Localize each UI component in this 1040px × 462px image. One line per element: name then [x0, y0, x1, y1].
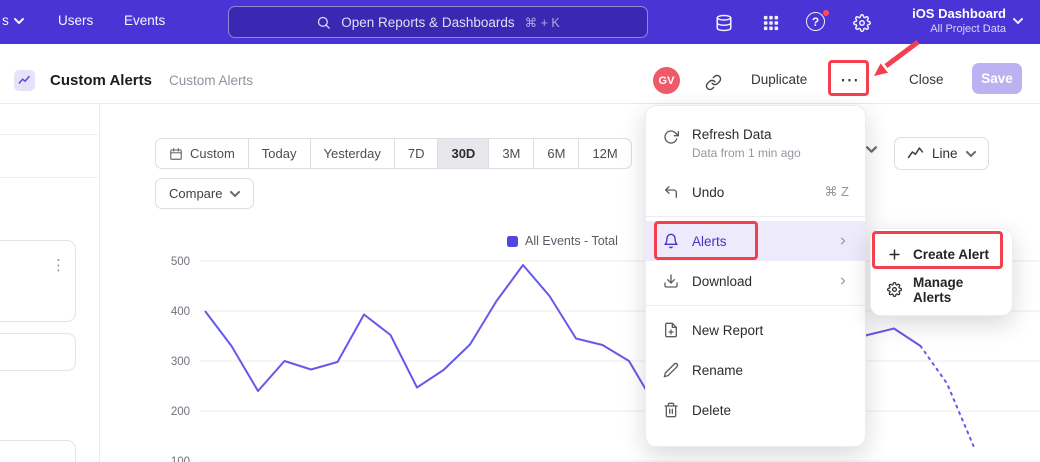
- menu-item-undo[interactable]: Undo ⌘ Z: [646, 172, 865, 212]
- project-scope: All Project Data: [896, 23, 1006, 35]
- chart-type-button[interactable]: Line: [894, 137, 989, 170]
- query-step-card[interactable]: [0, 240, 76, 322]
- query-step-card[interactable]: [0, 333, 76, 371]
- top-navigation: s Users Events Open Reports & Dashboards…: [0, 0, 1040, 44]
- submenu-item-create-alert[interactable]: Create Alert: [871, 237, 1012, 272]
- menu-divider: [646, 305, 865, 306]
- y-tick-label: 100: [171, 456, 190, 462]
- app-window: s Users Events Open Reports & Dashboards…: [0, 0, 1040, 462]
- search-placeholder: Open Reports & Dashboards: [341, 15, 514, 30]
- y-tick-label: 500: [171, 256, 190, 268]
- menu-item-alerts[interactable]: Alerts: [646, 221, 865, 261]
- avatar[interactable]: GV: [653, 67, 680, 94]
- project-name: iOS Dashboard: [896, 6, 1006, 21]
- nav-item-truncated[interactable]: s: [2, 13, 24, 28]
- duplicate-button[interactable]: Duplicate: [751, 72, 807, 87]
- line-chart-icon: [907, 145, 924, 162]
- kebab-menu-icon[interactable]: ⋮: [51, 256, 66, 274]
- chevron-down-icon[interactable]: [866, 146, 877, 153]
- settings-button[interactable]: [851, 12, 873, 34]
- chevron-right-icon: [837, 275, 849, 287]
- submenu-item-label: Manage Alerts: [913, 275, 998, 305]
- bell-icon: [662, 232, 680, 250]
- menu-item-description: Data from 1 min ago: [692, 146, 801, 160]
- database-icon: [715, 14, 733, 32]
- legend-swatch: [507, 236, 518, 247]
- menu-item-label: Delete: [692, 403, 731, 418]
- menu-item-shortcut: ⌘ Z: [824, 184, 849, 200]
- new-report-icon: [662, 321, 680, 339]
- legend-label: All Events - Total: [525, 234, 618, 248]
- copy-link-button[interactable]: [701, 70, 725, 94]
- chevron-down-icon: [14, 18, 24, 24]
- sidebar-divider: [0, 177, 100, 178]
- search-button[interactable]: Open Reports & Dashboards ⌘ + K: [228, 6, 648, 38]
- gear-icon: [853, 14, 871, 32]
- gear-icon: [885, 281, 903, 299]
- refresh-icon: [662, 128, 680, 146]
- menu-item-label: Rename: [692, 363, 743, 378]
- nav-item-users[interactable]: Users: [58, 13, 93, 28]
- breadcrumb[interactable]: Custom Alerts: [169, 73, 253, 88]
- menu-item-label: Download: [692, 274, 752, 289]
- menu-item-label: Refresh Data: [692, 127, 801, 142]
- more-options-menu: Refresh Data Data from 1 min ago Undo ⌘ …: [645, 105, 866, 447]
- y-tick-label: 400: [171, 306, 190, 318]
- chevron-down-icon: [1013, 18, 1023, 24]
- data-management-button[interactable]: [713, 12, 735, 34]
- query-step-card[interactable]: [0, 440, 76, 462]
- search-shortcut: ⌘ + K: [525, 15, 560, 30]
- ellipsis-icon: ⋯: [840, 69, 860, 92]
- trash-icon: [662, 401, 680, 419]
- menu-item-delete[interactable]: Delete: [646, 390, 865, 430]
- menu-divider: [646, 216, 865, 217]
- submenu-item-label: Create Alert: [913, 247, 989, 262]
- sidebar-divider: [0, 134, 100, 135]
- chart-type-label: Line: [932, 146, 958, 161]
- link-icon: [705, 74, 722, 91]
- report-type-icon: [14, 70, 35, 91]
- notification-dot: [822, 9, 830, 17]
- pencil-icon: [662, 361, 680, 379]
- menu-item-label: Alerts: [692, 234, 727, 249]
- help-button[interactable]: ?: [806, 12, 828, 34]
- menu-item-label: Undo: [692, 185, 724, 200]
- chart-legend[interactable]: All Events - Total: [507, 234, 618, 248]
- apps-button[interactable]: [760, 12, 782, 34]
- menu-item-refresh-data[interactable]: Refresh Data Data from 1 min ago: [646, 118, 865, 172]
- grid-icon: [763, 15, 779, 31]
- report-header: [0, 44, 1040, 104]
- alerts-submenu: Create Alert Manage Alerts: [870, 228, 1013, 316]
- plus-icon: [885, 246, 903, 264]
- menu-item-rename[interactable]: Rename: [646, 350, 865, 390]
- page-title: Custom Alerts: [50, 72, 152, 89]
- close-button[interactable]: Close: [909, 72, 944, 87]
- more-options-button[interactable]: ⋯: [836, 66, 864, 94]
- mini-chart-icon: [18, 74, 31, 87]
- chevron-right-icon: [837, 235, 849, 247]
- download-icon: [662, 272, 680, 290]
- y-tick-label: 200: [171, 406, 190, 418]
- menu-item-new-report[interactable]: New Report: [646, 310, 865, 350]
- menu-item-download[interactable]: Download: [646, 261, 865, 301]
- undo-icon: [662, 183, 680, 201]
- submenu-item-manage-alerts[interactable]: Manage Alerts: [871, 272, 1012, 307]
- chevron-down-icon: [966, 151, 976, 157]
- nav-item-truncated-label: s: [2, 13, 9, 28]
- y-tick-label: 300: [171, 356, 190, 368]
- save-button[interactable]: Save: [972, 63, 1022, 94]
- menu-item-label: New Report: [692, 323, 763, 338]
- project-switcher[interactable]: iOS Dashboard All Project Data: [896, 6, 1006, 35]
- search-icon: [316, 15, 331, 30]
- nav-item-events[interactable]: Events: [124, 13, 165, 28]
